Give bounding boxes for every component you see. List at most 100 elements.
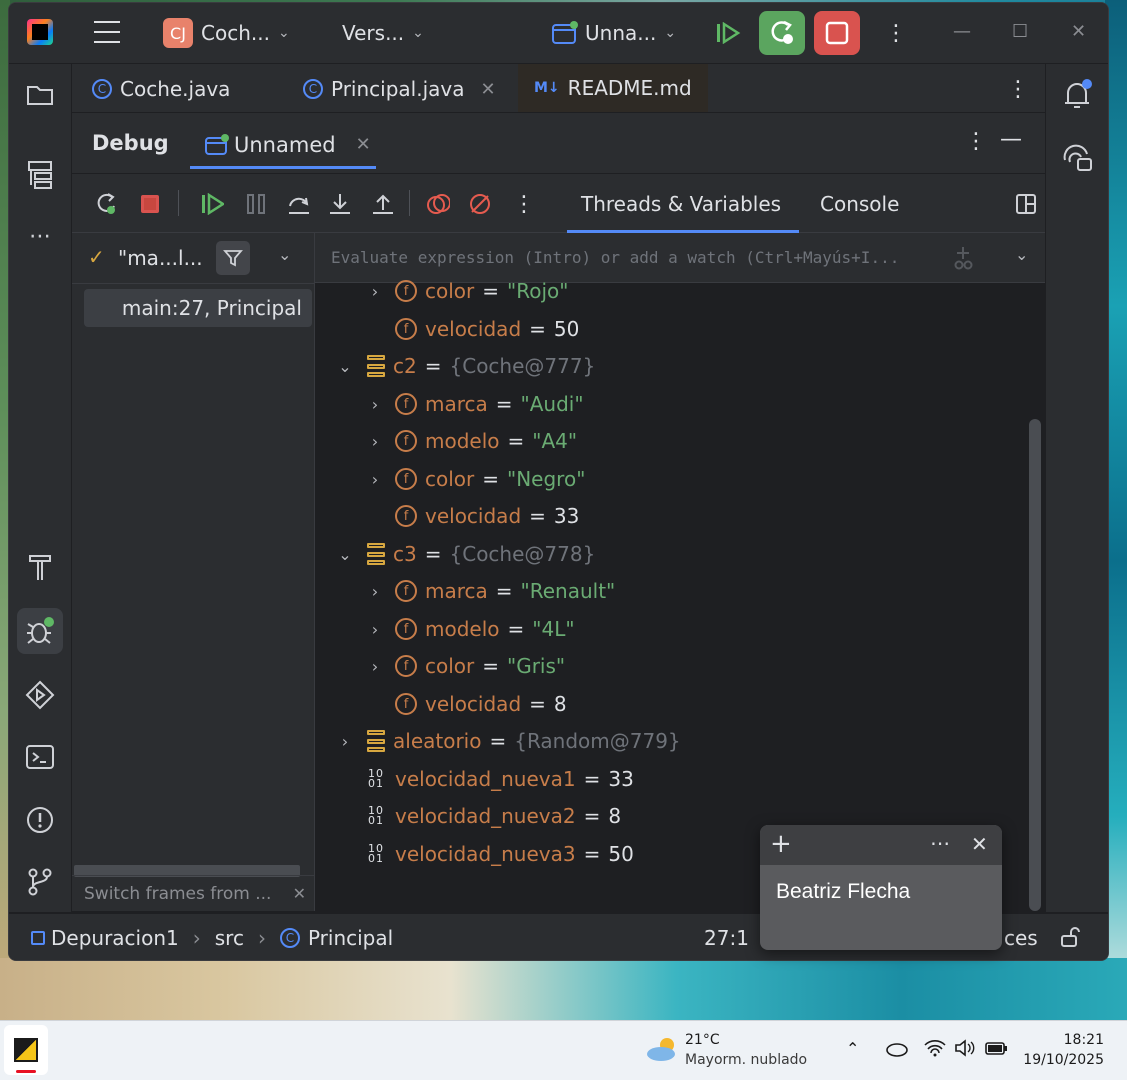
clock-time[interactable]: 18:21	[1042, 1032, 1104, 1048]
expand-arrow-icon[interactable]: ›	[365, 395, 385, 414]
expand-arrow-icon[interactable]: ›	[365, 282, 385, 301]
variable-row[interactable]: › f marca = "Audi"	[365, 388, 584, 420]
variable-row[interactable]: › f modelo = "A4"	[365, 425, 577, 457]
step-out-icon[interactable]	[371, 192, 395, 216]
expand-arrow-icon[interactable]: ›	[365, 432, 385, 451]
variable-row[interactable]: › f color = "Gris"	[365, 650, 565, 682]
variable-row[interactable]: › f color = "Negro"	[365, 463, 586, 495]
step-into-icon[interactable]	[328, 192, 352, 216]
variable-row[interactable]: f velocidad = 50	[365, 313, 579, 345]
step-over-icon[interactable]	[287, 192, 311, 216]
close-hint-icon[interactable]: ✕	[293, 884, 306, 903]
stop-button[interactable]	[814, 11, 860, 55]
tab-coche-java[interactable]: C Coche.java	[92, 74, 230, 104]
tab-threads-variables[interactable]: Threads & Variables	[566, 192, 800, 233]
project-selector[interactable]: CJ Coch... ⌄	[163, 17, 290, 49]
ai-assistant-icon[interactable]	[1060, 142, 1094, 176]
variable-row[interactable]: f velocidad = 8	[365, 688, 567, 720]
stack-frame-item[interactable]: main:27, Principal	[84, 289, 312, 327]
read-only-lock-icon[interactable]	[1059, 926, 1081, 948]
structure-icon[interactable]	[23, 158, 57, 192]
thread-label[interactable]: "ma...l...	[118, 246, 203, 270]
debug-session-tab[interactable]: Unnamed ✕	[190, 123, 376, 169]
more-tools-icon[interactable]: ⋯	[23, 219, 57, 253]
notifications-bell-icon[interactable]	[1060, 78, 1094, 112]
pause-icon[interactable]	[244, 192, 268, 216]
variable-row[interactable]: › f modelo = "4L"	[365, 613, 575, 645]
debug-bug-icon[interactable]	[17, 608, 63, 654]
resume-button[interactable]	[705, 11, 751, 55]
maximize-button[interactable]: ☐	[1012, 21, 1028, 42]
more-options-icon[interactable]: ⋮	[885, 21, 907, 46]
chevron-down-icon[interactable]: ⌄	[278, 245, 291, 264]
view-breakpoints-icon[interactable]	[426, 192, 450, 216]
git-branch-icon[interactable]	[23, 865, 57, 899]
status-partial-label[interactable]: ces	[1004, 926, 1038, 950]
run-config-selector[interactable]: Unna... ⌄	[551, 17, 676, 49]
stop-icon[interactable]	[138, 192, 162, 216]
vcs-selector[interactable]: Vers... ⌄	[342, 17, 424, 49]
wifi-icon[interactable]	[924, 1039, 946, 1061]
terminal-icon[interactable]	[23, 740, 57, 774]
minimize-button[interactable]: —	[953, 21, 971, 42]
filter-icon[interactable]	[216, 241, 250, 275]
vertical-scrollbar[interactable]	[1029, 419, 1041, 911]
variable-row[interactable]: ⌄ c2 = {Coche@777}	[335, 350, 595, 382]
toolbar-more-icon[interactable]: ⋮	[512, 192, 536, 217]
expand-arrow-icon[interactable]: ›	[365, 582, 385, 601]
tab-readme-md[interactable]: M↓ README.md	[518, 64, 708, 112]
expand-arrow-icon[interactable]: ›	[365, 620, 385, 639]
onedrive-cloud-icon[interactable]	[885, 1041, 909, 1061]
sticky-note-text[interactable]: Beatriz Flecha	[776, 880, 910, 904]
weather-cloud-icon[interactable]	[645, 1035, 679, 1067]
add-watch-icon[interactable]	[951, 245, 977, 275]
expand-arrow-icon[interactable]: ›	[365, 470, 385, 489]
close-session-icon[interactable]: ✕	[356, 134, 371, 155]
add-note-icon[interactable]: +	[770, 829, 792, 859]
project-folder-icon[interactable]	[23, 78, 57, 112]
close-tab-icon[interactable]: ✕	[481, 79, 496, 100]
chevron-down-icon[interactable]: ⌄	[1015, 245, 1028, 264]
debug-options-icon[interactable]: ⋮	[965, 129, 987, 154]
hide-panel-icon[interactable]: —	[1000, 127, 1022, 152]
problems-icon[interactable]	[23, 803, 57, 837]
note-menu-icon[interactable]: ⋯	[930, 831, 950, 855]
battery-icon[interactable]	[984, 1039, 1010, 1061]
rerun-debug-button[interactable]	[759, 11, 805, 55]
expand-arrow-icon[interactable]: ›	[335, 732, 355, 751]
collapse-arrow-icon[interactable]: ⌄	[335, 357, 355, 376]
variable-row[interactable]: f velocidad = 33	[365, 500, 579, 532]
clock-date[interactable]: 19/10/2025	[1020, 1052, 1104, 1068]
variable-row[interactable]: › aleatorio = {Random@779}	[335, 725, 681, 757]
resume-icon[interactable]	[200, 192, 224, 216]
close-note-icon[interactable]: ✕	[971, 832, 988, 856]
breadcrumb-folder[interactable]: src	[215, 926, 244, 950]
variable-row[interactable]: 10 01 velocidad_nueva3 = 50	[335, 838, 634, 870]
build-hammer-icon[interactable]	[23, 550, 57, 584]
main-menu-icon[interactable]	[94, 21, 120, 43]
tabs-more-icon[interactable]: ⋮	[1007, 74, 1029, 104]
run-services-icon[interactable]	[23, 678, 57, 712]
variable-row[interactable]: 10 01 velocidad_nueva2 = 8	[335, 800, 621, 832]
tab-console[interactable]: Console	[820, 192, 899, 216]
variable-row[interactable]: › f marca = "Renault"	[365, 575, 615, 607]
show-hidden-icons-icon[interactable]: ⌃	[846, 1039, 859, 1058]
expand-arrow-icon[interactable]: ›	[365, 657, 385, 676]
variable-row[interactable]: ⌄ c3 = {Coche@778}	[335, 538, 595, 570]
module-icon	[31, 931, 45, 945]
collapse-arrow-icon[interactable]: ⌄	[335, 545, 355, 564]
mute-breakpoints-icon[interactable]	[468, 192, 492, 216]
breadcrumb-class[interactable]: Principal	[308, 926, 393, 950]
caret-position[interactable]: 27:1	[704, 926, 749, 950]
close-window-button[interactable]: ✕	[1071, 21, 1086, 42]
volume-icon[interactable]	[954, 1039, 976, 1061]
tab-principal-java[interactable]: C Principal.java ✕	[303, 74, 496, 104]
intellij-logo-icon[interactable]	[27, 19, 53, 45]
breadcrumb-module[interactable]: Depuracion1	[51, 926, 179, 950]
variable-row[interactable]: › f color = "Rojo"	[365, 275, 569, 307]
rerun-icon[interactable]	[94, 192, 118, 216]
layout-settings-icon[interactable]	[1014, 192, 1038, 216]
sticky-notes-taskbar-icon[interactable]	[4, 1025, 48, 1075]
variable-row[interactable]: 10 01 velocidad_nueva1 = 33	[335, 763, 634, 795]
sticky-note[interactable]: + ⋯ ✕ Beatriz Flecha	[760, 825, 1002, 950]
